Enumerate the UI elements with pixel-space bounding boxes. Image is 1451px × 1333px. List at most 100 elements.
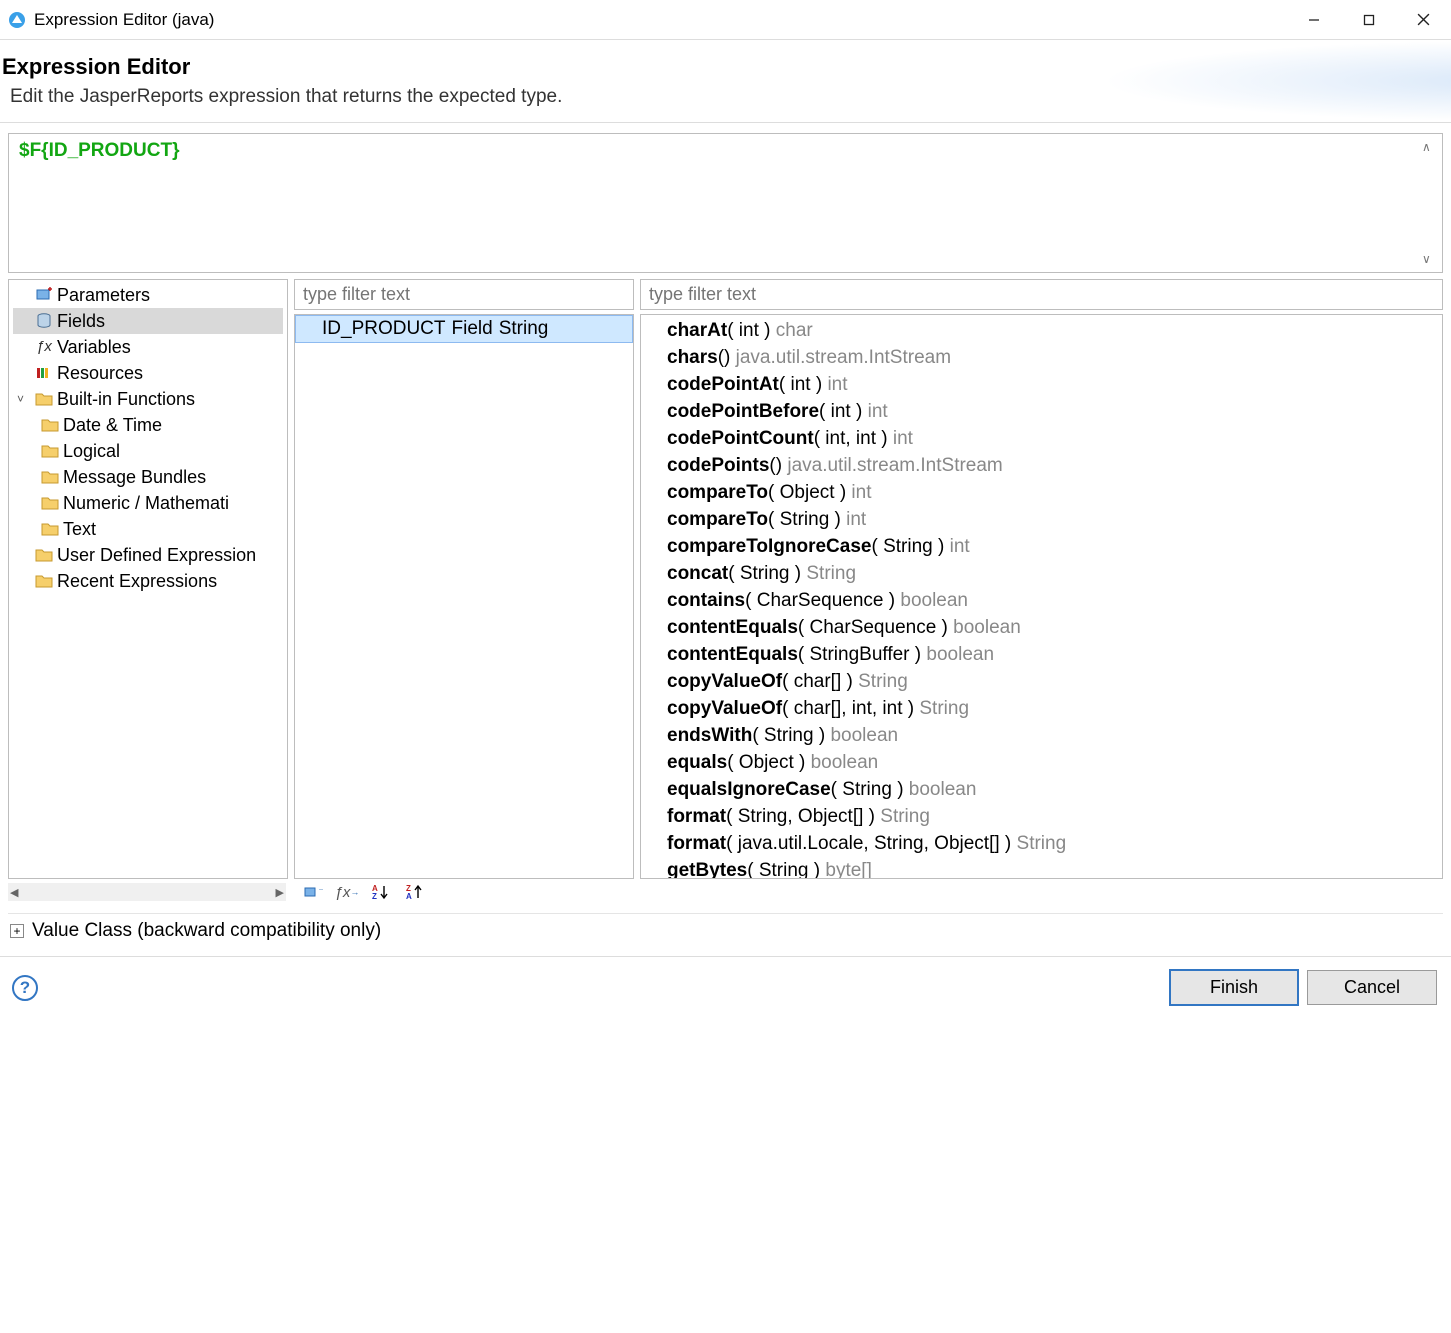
tree-item-date-time[interactable]: Date & Time [13,412,283,438]
method-contains[interactable]: contains( CharSequence ) boolean [667,587,1432,614]
window-controls [1286,0,1451,40]
db-icon [35,312,53,330]
chevron-down-icon[interactable]: ˅ [17,386,31,412]
method-codePointBefore[interactable]: codePointBefore( int ) int [667,398,1432,425]
add-fx-icon[interactable]: ƒx→ [336,881,358,903]
method-contentEquals[interactable]: contentEquals( CharSequence ) boolean [667,614,1432,641]
value-class-section[interactable]: + Value Class (backward compatibility on… [8,913,1443,952]
method-chars[interactable]: chars() java.util.stream.IntStream [667,344,1432,371]
tree-item-label: Variables [57,334,131,360]
tree-item-label: User Defined Expression [57,542,256,568]
tree-item-parameters[interactable]: Parameters [13,282,283,308]
method-equalsIgnoreCase[interactable]: equalsIgnoreCase( String ) boolean [667,776,1432,803]
finish-button[interactable]: Finish [1169,969,1299,1006]
tree-item-recent-expressions[interactable]: Recent Expressions [13,568,283,594]
tree-item-resources[interactable]: Resources [13,360,283,386]
svg-text:→: → [317,883,323,894]
bottom-toolbar-row: ◀ ▶ → ƒx→ AZ ZA [8,881,1443,903]
titlebar: Expression Editor (java) [0,0,1451,40]
method-copyValueOf[interactable]: copyValueOf( char[], int, int ) String [667,695,1432,722]
cancel-button[interactable]: Cancel [1307,970,1437,1005]
page-title: Expression Editor [2,54,1445,80]
method-format[interactable]: format( java.util.Locale, String, Object… [667,830,1432,857]
tree-item-logical[interactable]: Logical [13,438,283,464]
method-compareTo[interactable]: compareTo( String ) int [667,506,1432,533]
method-compareTo[interactable]: compareTo( Object ) int [667,479,1432,506]
method-copyValueOf[interactable]: copyValueOf( char[] ) String [667,668,1432,695]
tree-item-built-in-functions[interactable]: ˅ Built-in Functions [13,386,283,412]
tree-item-user-defined-expressions[interactable]: User Defined Expression [13,542,283,568]
scroll-right-icon[interactable]: ▶ [276,886,284,899]
page-subtitle: Edit the JasperReports expression that r… [10,86,1445,108]
fields-filter-input[interactable] [294,279,634,310]
dialog-footer: ? Finish Cancel [0,956,1451,1024]
tree-item-text[interactable]: Text [13,516,283,542]
method-equals[interactable]: equals( Object ) boolean [667,749,1432,776]
sort-az-up-icon[interactable]: ZA [404,881,426,903]
folder-icon [35,546,53,564]
field-type: String [499,318,549,340]
method-contentEquals[interactable]: contentEquals( StringBuffer ) boolean [667,641,1432,668]
field-row-selected[interactable]: ID_PRODUCT Field String [295,315,633,343]
methods-panel: charAt( int ) charchars() java.util.stre… [640,314,1443,879]
tree-horizontal-scrollbar[interactable]: ◀ ▶ [8,883,286,901]
field-kind: Field [452,318,493,340]
tree-item-label: Fields [57,308,105,334]
tree-item-fields[interactable]: Fields [13,308,283,334]
fields-toolbar: → ƒx→ AZ ZA [294,881,426,903]
tree-item-message-bundles[interactable]: Message Bundles [13,464,283,490]
folder-icon [41,468,59,486]
methods-list[interactable]: charAt( int ) charchars() java.util.stre… [641,315,1442,878]
folder-icon [41,442,59,460]
maximize-button[interactable] [1341,0,1396,40]
method-format[interactable]: format( String, Object[] ) String [667,803,1432,830]
minimize-button[interactable] [1286,0,1341,40]
tree-item-label: Built-in Functions [57,386,195,412]
fields-panel: ID_PRODUCT Field String [294,314,634,879]
resource-icon [35,364,53,382]
expression-text: $F{ID_PRODUCT} [19,140,179,161]
tree-item-numeric-mathematical[interactable]: Numeric / Mathemati [13,490,283,516]
svg-text:Z: Z [372,892,377,901]
svg-text:A: A [406,892,412,901]
dialog-header: Expression Editor Edit the JasperReports… [0,40,1451,123]
expression-editor[interactable]: $F{ID_PRODUCT} ∧ ∨ [8,133,1443,273]
method-endsWith[interactable]: endsWith( String ) boolean [667,722,1432,749]
tree-item-label: Recent Expressions [57,568,217,594]
value-class-label: Value Class (backward compatibility only… [32,920,381,942]
category-tree[interactable]: ParametersFieldsƒxVariablesResources ˅ Bui… [9,280,287,878]
method-concat[interactable]: concat( String ) String [667,560,1432,587]
folder-icon [35,572,53,590]
expand-toggle-icon[interactable]: + [10,924,24,938]
params-icon [35,286,53,304]
method-getBytes[interactable]: getBytes( String ) byte[] [667,857,1432,878]
method-compareToIgnoreCase[interactable]: compareToIgnoreCase( String ) int [667,533,1432,560]
tree-item-label: Message Bundles [63,464,206,490]
window-title: Expression Editor (java) [34,10,1286,30]
method-codePoints[interactable]: codePoints() java.util.stream.IntStream [667,452,1432,479]
tree-item-label: Parameters [57,282,150,308]
folder-icon [41,520,59,538]
method-charAt[interactable]: charAt( int ) char [667,317,1432,344]
scroll-left-icon[interactable]: ◀ [10,886,18,899]
category-tree-panel: ParametersFieldsƒxVariablesResources ˅ Bui… [8,279,288,879]
panel-row: ParametersFieldsƒxVariablesResources ˅ Bui… [8,279,1443,879]
tree-item-label: Resources [57,360,143,386]
tree-item-variables[interactable]: ƒxVariables [13,334,283,360]
tree-item-label: Logical [63,438,120,464]
scroll-up-icon[interactable]: ∧ [1422,140,1436,154]
help-button[interactable]: ? [12,975,38,1001]
app-icon [8,11,26,29]
scroll-down-icon[interactable]: ∨ [1422,252,1436,266]
tree-item-label: Date & Time [63,412,162,438]
method-codePointCount[interactable]: codePointCount( int, int ) int [667,425,1432,452]
method-codePointAt[interactable]: codePointAt( int ) int [667,371,1432,398]
add-param-icon[interactable]: → [302,881,324,903]
tree-item-label: Numeric / Mathemati [63,490,229,516]
fx-icon: ƒx [35,338,53,356]
tree-item-label: Text [63,516,96,542]
folder-icon [35,390,53,408]
sort-az-down-icon[interactable]: AZ [370,881,392,903]
methods-filter-input[interactable] [640,279,1443,310]
close-button[interactable] [1396,0,1451,40]
